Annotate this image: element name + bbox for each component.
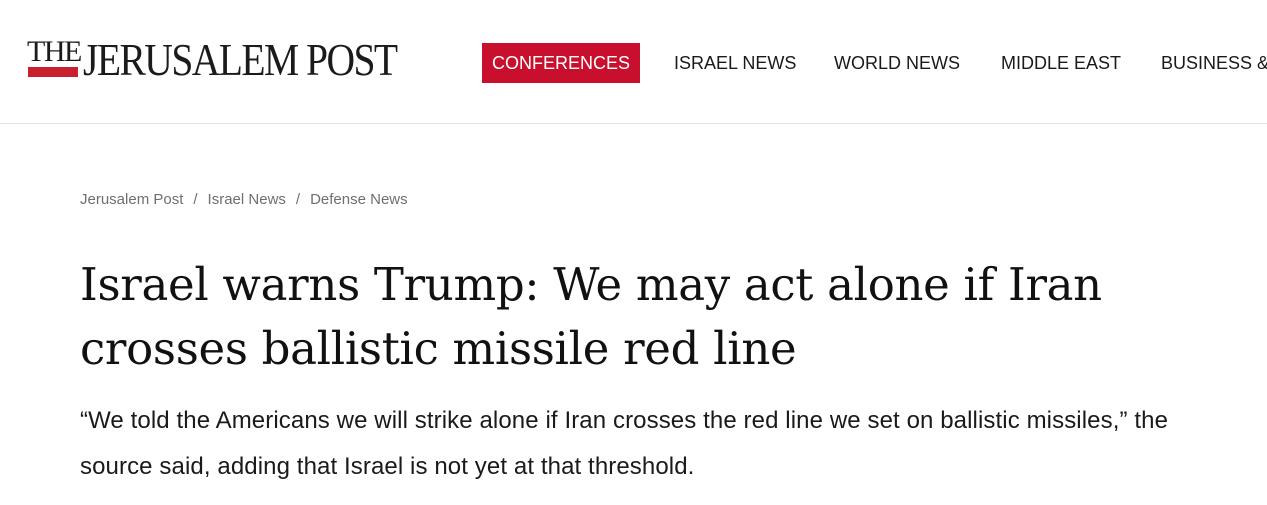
article-headline: Israel warns Trump: We may act alone if … (80, 258, 1102, 375)
breadcrumb-jerusalem-post[interactable]: Jerusalem Post (80, 191, 183, 208)
nav-item-middle-east[interactable]: MIDDLE EAST (1001, 43, 1121, 83)
article-subheadline: “We told the Americans we will strike al… (80, 407, 1169, 480)
nav-item-israel-news[interactable]: ISRAEL NEWS (674, 43, 796, 83)
breadcrumb-separator: / (193, 191, 198, 208)
nav-item-conferences[interactable]: CONFERENCES (482, 43, 641, 83)
nav-item-world-news[interactable]: WORLD NEWS (834, 43, 960, 83)
logo-masthead: JERUSALEM POST (83, 34, 398, 85)
main-nav: CONFERENCES ISRAEL NEWS WORLD NEWS MIDDL… (482, 43, 1267, 83)
site-header: THE JERUSALEM POST CONFERENCES ISRAEL NE… (0, 0, 1267, 124)
site-logo[interactable]: THE JERUSALEM POST (27, 34, 407, 90)
nav-item-business[interactable]: BUSINESS & I (1161, 43, 1267, 83)
breadcrumb-israel-news[interactable]: Israel News (208, 191, 286, 208)
breadcrumb: Jerusalem Post / Israel News / Defense News (80, 191, 408, 211)
logo-red-bar (28, 67, 78, 77)
breadcrumb-defense-news[interactable]: Defense News (310, 191, 408, 208)
logo-the-mark: THE (27, 34, 82, 90)
logo-the-text: THE (27, 35, 82, 68)
breadcrumb-separator: / (295, 191, 301, 208)
